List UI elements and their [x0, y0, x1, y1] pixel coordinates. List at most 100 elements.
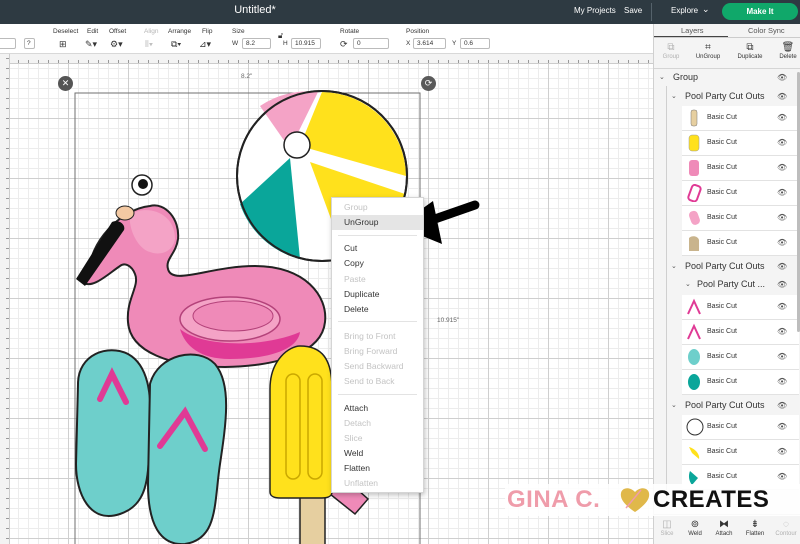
layer-row[interactable]: Basic Cut 👁︎: [682, 156, 799, 181]
menu-item-unflatten[interactable]: Unflatten: [332, 476, 423, 491]
eye-icon[interactable]: 👁︎: [777, 397, 787, 414]
eye-icon[interactable]: 👁︎: [777, 352, 787, 361]
menu-item-weld[interactable]: Weld: [332, 446, 423, 461]
attach-tool-button[interactable]: ⧓ Attach: [709, 518, 739, 537]
canvas-artwork[interactable]: [0, 54, 653, 544]
slice-tool-button[interactable]: ◫ Slice: [652, 518, 682, 537]
contour-tool-button[interactable]: ◌ Contour: [771, 518, 800, 537]
eye-icon[interactable]: 👁︎: [777, 238, 787, 247]
eye-icon[interactable]: 👁︎: [777, 113, 787, 122]
make-it-button[interactable]: Make It: [722, 3, 798, 20]
ball-yellow-thumbnail: [689, 447, 700, 459]
layer-row[interactable]: Basic Cut 👁︎: [682, 295, 799, 320]
eye-icon[interactable]: 👁︎: [777, 163, 787, 172]
menu-item-send-to-back[interactable]: Send to Back: [332, 374, 423, 389]
group-tool-button[interactable]: ⧉ Group: [653, 41, 689, 60]
y-position-input[interactable]: 0.6: [460, 38, 490, 49]
eye-icon[interactable]: 👁︎: [777, 327, 787, 336]
weld-tool-button[interactable]: ⊚ Weld: [680, 518, 710, 537]
eye-icon[interactable]: 👁︎: [777, 447, 787, 456]
eye-icon[interactable]: 👁︎: [777, 302, 787, 311]
flip-icon[interactable]: ⊿▾: [199, 39, 211, 50]
deselect-icon[interactable]: ⊞: [59, 39, 67, 50]
chevron-down-icon[interactable]: ⌄: [671, 88, 677, 105]
layer-row[interactable]: Basic Cut 👁︎: [682, 181, 799, 206]
eye-icon[interactable]: 👁︎: [777, 138, 787, 147]
menu-item-cut[interactable]: Cut: [332, 241, 423, 256]
width-input[interactable]: 8.2: [242, 38, 271, 49]
rotate-input[interactable]: 0: [353, 38, 389, 49]
eye-icon[interactable]: 👁︎: [777, 188, 787, 197]
x-position-input[interactable]: 3.614: [413, 38, 446, 49]
offset-icon[interactable]: ⚙▾: [110, 39, 123, 50]
align-icon[interactable]: ⫴▾: [145, 39, 153, 50]
height-input[interactable]: 10.915: [291, 38, 321, 49]
chevron-down-icon[interactable]: ⌄: [659, 69, 665, 86]
my-projects-link[interactable]: My Projects: [574, 6, 616, 15]
chevron-down-icon[interactable]: ⌄: [671, 258, 677, 275]
save-link[interactable]: Save: [624, 6, 642, 15]
eye-icon[interactable]: 👁︎: [777, 422, 787, 431]
eye-icon[interactable]: 👁︎: [777, 258, 787, 275]
chevron-down-icon[interactable]: ⌄: [671, 397, 677, 414]
rotate-handle-icon[interactable]: ⟳: [421, 76, 436, 91]
layer-row[interactable]: Basic Cut 👁︎: [682, 206, 799, 231]
eye-icon[interactable]: 👁︎: [777, 69, 787, 86]
eye-icon[interactable]: 👁︎: [777, 377, 787, 386]
delete-tool-button[interactable]: 🗑︎ Delete: [770, 41, 800, 60]
menu-item-copy[interactable]: Copy: [332, 256, 423, 271]
menu-item-slice[interactable]: Slice: [332, 431, 423, 446]
menu-item-bring-to-front[interactable]: Bring to Front: [332, 329, 423, 344]
layer-row[interactable]: Basic Cut 👁︎: [682, 345, 799, 370]
arrange-icon[interactable]: ⧉▾: [171, 39, 181, 50]
subgroup-row[interactable]: ⌄ Pool Party Cut Outs 👁︎: [654, 258, 800, 275]
close-icon[interactable]: ✕: [58, 76, 73, 91]
layer-row[interactable]: Basic Cut 👁︎: [682, 131, 799, 156]
flip-flops-graphic[interactable]: [74, 349, 228, 544]
layer-row[interactable]: Basic Cut 👁︎: [682, 440, 799, 465]
subgroup-row[interactable]: ⌄ Pool Party Cut Outs 👁︎: [654, 397, 800, 414]
flatten-tool-button[interactable]: ⇟ Flatten: [740, 518, 770, 537]
menu-item-flatten[interactable]: Flatten: [332, 461, 423, 476]
design-canvas[interactable]: 8.2" 10.915" ✕ ⟳: [0, 54, 653, 544]
chevron-down-icon[interactable]: ⌄: [702, 4, 710, 15]
subgroup-label: Pool Party Cut Outs: [685, 400, 765, 410]
menu-item-group[interactable]: Group: [332, 200, 423, 215]
layer-row[interactable]: Basic Cut 👁︎: [682, 415, 799, 440]
ungroup-tool-button[interactable]: ⌗ UnGroup: [690, 41, 726, 60]
help-button[interactable]: ?: [24, 38, 35, 49]
eye-icon[interactable]: 👁︎: [777, 276, 787, 293]
eye-icon[interactable]: 👁︎: [777, 213, 787, 222]
layer-label: Basic Cut: [707, 164, 737, 171]
layer-row[interactable]: Basic Cut 👁︎: [682, 370, 799, 395]
menu-item-detach[interactable]: Detach: [332, 416, 423, 431]
layer-group-row[interactable]: ⌄ Group 👁︎: [654, 69, 800, 86]
menu-item-send-backward[interactable]: Send Backward: [332, 359, 423, 374]
rotate-icon[interactable]: ⟳: [340, 39, 348, 50]
font-size-field[interactable]: [0, 38, 16, 49]
menu-item-attach[interactable]: Attach: [332, 401, 423, 416]
menu-item-paste[interactable]: Paste: [332, 272, 423, 287]
menu-item-bring-forward[interactable]: Bring Forward: [332, 344, 423, 359]
eye-icon[interactable]: 👁︎: [777, 472, 787, 481]
menu-item-delete[interactable]: Delete: [332, 302, 423, 317]
layer-row[interactable]: Basic Cut 👁︎: [682, 231, 799, 256]
explore-menu[interactable]: Explore: [671, 6, 698, 15]
project-title[interactable]: Untitled*: [0, 4, 510, 16]
eye-icon[interactable]: 👁︎: [777, 88, 787, 105]
flip-label: Flip: [202, 28, 213, 35]
slice-label: Slice: [660, 531, 674, 537]
layer-label: Basic Cut: [707, 473, 737, 480]
edit-pen-icon[interactable]: ✎▾: [85, 39, 97, 50]
watermark-left-text: GINA C.: [507, 486, 601, 513]
tab-color-sync[interactable]: Color Sync: [748, 26, 785, 35]
duplicate-tool-button[interactable]: ⧉ Duplicate: [732, 41, 768, 60]
layer-row[interactable]: Basic Cut 👁︎: [682, 320, 799, 345]
chevron-down-icon[interactable]: ⌄: [685, 276, 691, 293]
tab-layers[interactable]: Layers: [681, 26, 704, 35]
menu-item-duplicate[interactable]: Duplicate: [332, 287, 423, 302]
menu-item-ungroup[interactable]: UnGroup: [332, 215, 423, 230]
layer-row[interactable]: Basic Cut 👁︎: [682, 106, 799, 131]
subgroup-row[interactable]: ⌄ Pool Party Cut Outs 👁︎: [654, 88, 800, 105]
subgroup-row[interactable]: ⌄ Pool Party Cut ... 👁︎: [654, 276, 800, 293]
